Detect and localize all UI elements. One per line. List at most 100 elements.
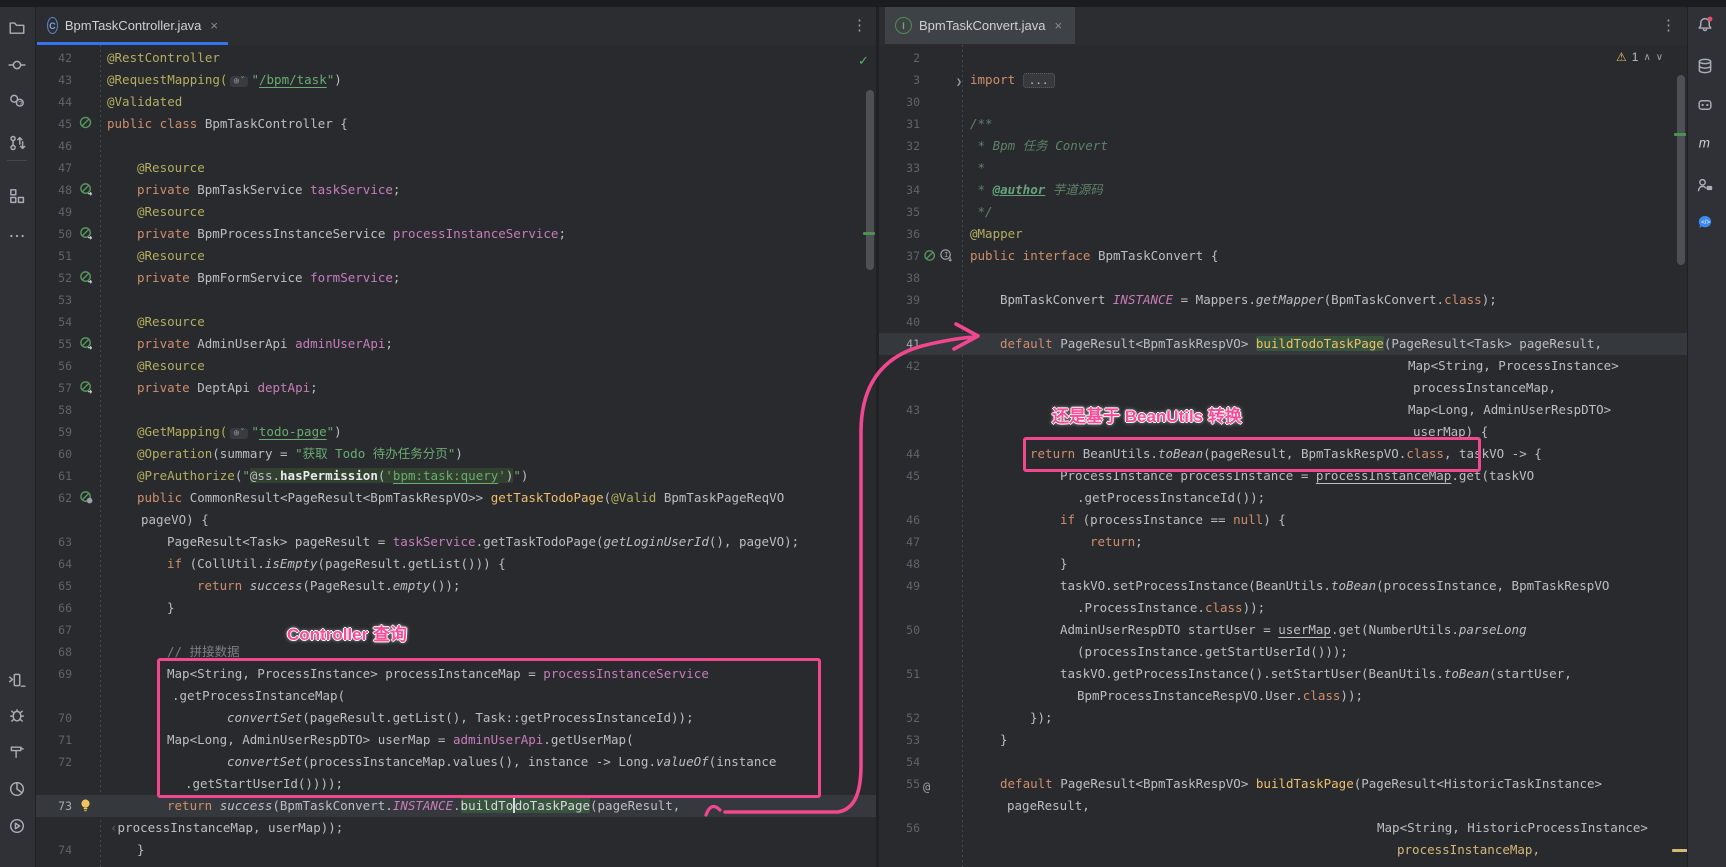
tab-bpmtaskconvert[interactable]: I BpmTaskConvert.java × xyxy=(885,7,1075,44)
code-text: import ... xyxy=(970,69,1055,92)
code-text: return success(BpmTaskConvert.INSTANCE.b… xyxy=(167,795,688,817)
code-text: processInstanceMap, xyxy=(1397,839,1540,861)
code-line-51: 51@Resource xyxy=(35,245,876,267)
commit-icon[interactable] xyxy=(5,53,29,77)
warning-count: 1 xyxy=(1632,50,1639,64)
window-top-edge xyxy=(0,0,1726,7)
line-number: 65 xyxy=(35,575,72,597)
code-text: AdminUserRespDTO startUser = userMap.get… xyxy=(1060,619,1527,641)
spring-bean-icon[interactable] xyxy=(79,226,94,241)
line-number: 47 xyxy=(879,531,920,553)
maven-m-icon[interactable]: m xyxy=(1693,131,1717,155)
ide-window: ? m </> C BpmTaskController.java × ⋮ ✓ 42… xyxy=(0,0,1726,867)
line-number: 51 xyxy=(35,245,72,267)
code-text: public interface BpmTaskConvert { xyxy=(970,245,1218,267)
line-number: 40 xyxy=(879,311,920,333)
code-line-59: 59@GetMapping(⊕ˇ"todo-page") xyxy=(35,421,876,443)
users-question-icon[interactable]: ? xyxy=(5,89,29,113)
code-text: default PageResult<BpmTaskRespVO> buildT… xyxy=(1000,773,1602,795)
inspection-widget-left[interactable]: ✓ xyxy=(858,53,869,69)
code-line-73: 73return success(BpmTaskConvert.INSTANCE… xyxy=(35,795,876,817)
next-problem-icon[interactable]: ∨ xyxy=(1656,52,1663,63)
code-text: private BpmTaskService taskService; xyxy=(137,179,400,201)
line-number: 3 xyxy=(879,69,920,91)
inspection-widget-right[interactable]: ⚠ 1 ∧ ∨ xyxy=(1616,50,1663,64)
tab-options-kebab-icon[interactable]: ⋮ xyxy=(1661,20,1676,32)
code-line-51: 51taskVO.getProcessInstance().setStartUs… xyxy=(879,663,1687,685)
code-line-wrap: pageResult, xyxy=(879,795,1687,817)
code-line-wrap: .getProcessInstanceId()); xyxy=(879,487,1687,509)
profiler-pie-icon[interactable] xyxy=(5,777,29,801)
spring-bean-icon[interactable] xyxy=(79,336,94,351)
code-line-45: 45public class BpmTaskController { xyxy=(35,113,876,135)
code-text: public class BpmTaskController { xyxy=(107,113,348,135)
code-text: * xyxy=(970,157,985,179)
spring-bean-mapping-icon[interactable] xyxy=(79,490,94,505)
line-number: 46 xyxy=(35,135,72,157)
spring-bean-icon[interactable] xyxy=(79,270,94,285)
code-line-wrap: (processInstance.getStartUserId())); xyxy=(879,641,1687,663)
code-editor-left[interactable]: ✓ 42@RestController43@RequestMapping(⊕ˇ"… xyxy=(35,45,876,867)
code-text: @Resource xyxy=(137,157,205,179)
code-line-52: 52private BpmFormService formService; xyxy=(35,267,876,289)
close-tab-icon[interactable]: × xyxy=(210,18,218,33)
line-number: 45 xyxy=(879,465,920,487)
code-line-56: 56Map<String, HistoricProcessInstance> xyxy=(879,817,1687,839)
implementations-icon[interactable]: I xyxy=(923,248,955,263)
line-number: 58 xyxy=(35,399,72,421)
code-text: @Resource xyxy=(137,355,205,377)
pane-divider[interactable] xyxy=(876,0,879,867)
line-number: 70 xyxy=(35,707,72,729)
code-text: .getProcessInstanceId()); xyxy=(1077,487,1265,509)
code-line-56: 56@Resource xyxy=(35,355,876,377)
code-text: @RequestMapping(⊕ˇ"/bpm/task") xyxy=(107,69,342,93)
code-text: ProcessInstance processInstance = proces… xyxy=(1060,465,1534,487)
inspections-ok-icon: ✓ xyxy=(858,53,869,69)
code-line-46: 46if (processInstance == null) { xyxy=(879,509,1687,531)
code-text: if (CollUtil.isEmpty(pageResult.getList(… xyxy=(167,553,506,575)
spring-bean-icon[interactable] xyxy=(79,182,94,197)
code-text: Map<String, HistoricProcessInstance> xyxy=(1377,817,1648,839)
code-line-49: 49@Resource xyxy=(35,201,876,223)
code-line-65: 65return success(PageResult.empty()); xyxy=(35,575,876,597)
intention-lightbulb-icon[interactable] xyxy=(79,798,92,813)
notifications-bell-icon[interactable] xyxy=(1693,12,1717,36)
line-number: 71 xyxy=(35,729,72,751)
build-hammer-icon[interactable] xyxy=(5,739,29,763)
more-icon[interactable] xyxy=(5,224,29,248)
code-text: .getStartUserId()))); xyxy=(185,773,343,795)
code-line-60: 60@Operation(summary = "获取 Todo 待办任务分页") xyxy=(35,443,876,465)
code-text: private DeptApi deptApi; xyxy=(137,377,318,399)
line-number: 38 xyxy=(879,267,920,289)
line-number: 49 xyxy=(879,575,920,597)
tab-bpmtaskcontroller[interactable]: C BpmTaskController.java × xyxy=(37,7,228,44)
structure-icon[interactable] xyxy=(5,184,29,208)
tab-options-kebab-icon[interactable]: ⋮ xyxy=(852,20,867,32)
code-text: pageVO) { xyxy=(141,509,209,531)
panel-arrows-icon[interactable] xyxy=(5,668,29,692)
code-line-61: 61@PreAuthorize("@ss.hasPermission('bpm:… xyxy=(35,465,876,487)
line-number: 60 xyxy=(35,443,72,465)
close-tab-icon[interactable]: × xyxy=(1054,18,1062,33)
code-line-69: 69Map<String, ProcessInstance> processIn… xyxy=(35,663,876,685)
code-text: } xyxy=(137,839,145,861)
run-play-icon[interactable] xyxy=(5,814,29,838)
database-icon[interactable] xyxy=(1693,54,1717,78)
line-number: 61 xyxy=(35,465,72,487)
spring-bean-icon[interactable] xyxy=(79,380,94,395)
spring-bean-icon[interactable] xyxy=(79,116,92,129)
line-number: 67 xyxy=(35,619,72,641)
debug-bug-icon[interactable] xyxy=(5,703,29,727)
code-line-wrap: processInstanceMap, xyxy=(879,377,1687,399)
code-text: return; xyxy=(1090,531,1143,553)
user-chat-icon[interactable] xyxy=(1693,173,1717,197)
code-editor-right[interactable]: ⚠ 1 ∧ ∨ 23❯import ...3031/**32 * Bpm 任务 … xyxy=(879,45,1687,867)
code-text: .getProcessInstanceMap( xyxy=(172,685,345,707)
line-number: 68 xyxy=(35,641,72,663)
folder-icon[interactable] xyxy=(5,15,29,39)
code-line-wrap: processInstanceMap, xyxy=(879,839,1687,861)
prev-problem-icon[interactable]: ∧ xyxy=(1643,52,1650,63)
gradle-robot-icon[interactable] xyxy=(1693,93,1717,117)
ai-chat-icon[interactable]: </> xyxy=(1693,210,1717,234)
git-branch-icon[interactable] xyxy=(5,131,29,155)
